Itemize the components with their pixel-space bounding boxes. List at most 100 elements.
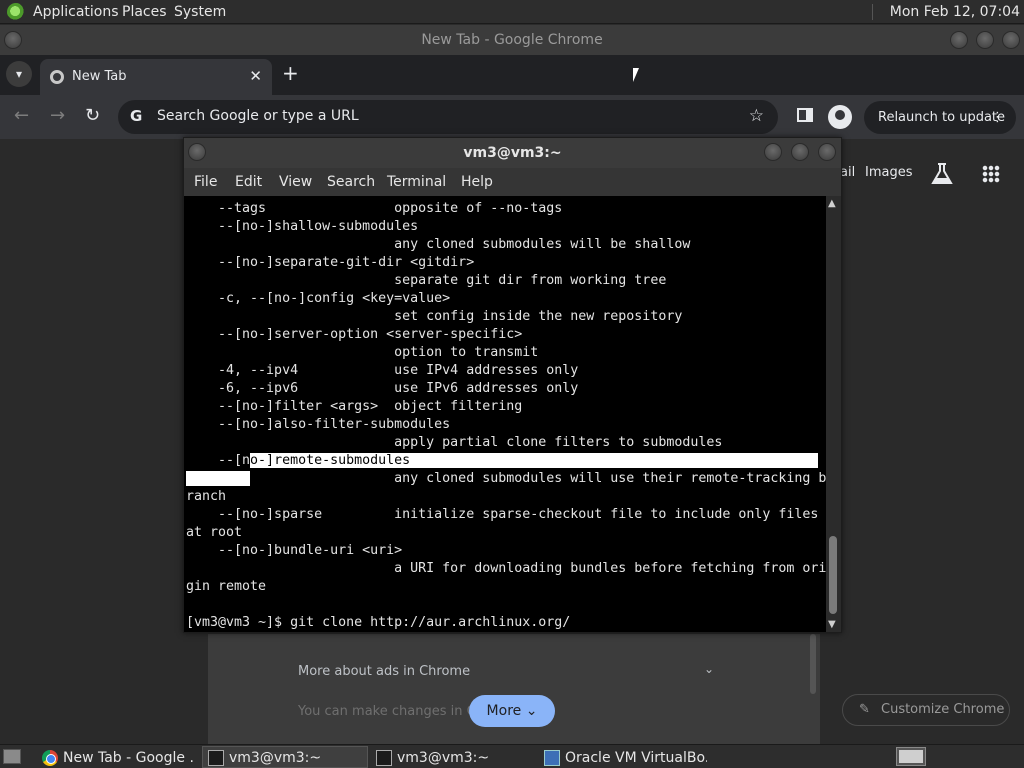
terminal-line: --[no-]shallow-submodules <box>186 219 419 234</box>
tab-new-tab[interactable]: New Tab ✕ <box>40 59 272 95</box>
menu-help[interactable]: Help <box>461 174 493 190</box>
chrome-icon <box>42 750 58 766</box>
labs-beaker-icon[interactable] <box>930 163 954 185</box>
new-tab-button[interactable]: + <box>282 61 299 85</box>
terminal-line: -6, --ipv6 use IPv6 addresses only <box>186 381 579 396</box>
chrome-tab-strip: ▾ New Tab ✕ + <box>0 55 1024 95</box>
tab-close-icon[interactable]: ✕ <box>249 67 262 85</box>
side-panel-icon[interactable] <box>797 108 813 122</box>
taskbar-item-chrome[interactable]: New Tab - Google ... <box>36 746 196 768</box>
terminal-line: -4, --ipv4 use IPv4 addresses only <box>186 363 579 378</box>
terminal-titlebar[interactable]: vm3@vm3:~ <box>184 138 841 168</box>
terminal-icon <box>208 750 224 766</box>
distro-logo-icon[interactable] <box>7 3 25 21</box>
back-icon[interactable]: ← <box>14 105 29 126</box>
terminal-line: at root <box>186 525 243 540</box>
chrome-window-title: New Tab - Google Chrome <box>421 32 603 48</box>
customize-chrome-button[interactable]: ✎ Customize Chrome <box>842 694 1010 726</box>
chevron-down-icon[interactable]: ⌄ <box>704 662 714 676</box>
terminal-line: any cloned submodules will be shallow <box>186 237 691 252</box>
places-menu[interactable]: Places <box>122 4 167 20</box>
taskbar-item-label: vm3@vm3:~ <box>229 750 322 766</box>
terminal-line: --[no-]remote-submodules <box>186 453 819 468</box>
tab-search-button[interactable]: ▾ <box>6 61 32 87</box>
omnibox[interactable]: G Search Google or type a URL ☆ <box>118 100 778 134</box>
taskbar-item-virtualbox[interactable]: Oracle VM VirtualBo... <box>538 746 708 768</box>
terminal-line: a URI for downloading bundles before fet… <box>186 561 826 576</box>
reload-icon[interactable]: ↻ <box>85 105 100 126</box>
close-window-button[interactable] <box>1002 31 1020 49</box>
google-apps-icon[interactable] <box>982 165 1000 183</box>
more-button[interactable]: More ⌄ <box>469 695 555 727</box>
terminal-output[interactable]: --tags opposite of --no-tags --[no-]shal… <box>184 196 826 632</box>
omnibox-placeholder[interactable]: Search Google or type a URL <box>157 108 359 124</box>
applications-menu[interactable]: Applications <box>33 4 119 20</box>
scroll-down-icon[interactable]: ▼ <box>828 619 836 630</box>
customize-chrome-label: Customize Chrome <box>881 702 1005 717</box>
terminal-line: separate git dir from working tree <box>186 273 667 288</box>
menu-file[interactable]: File <box>194 174 217 190</box>
terminal-icon <box>376 750 392 766</box>
taskbar-item-label: New Tab - Google ... <box>63 750 196 766</box>
menu-edit[interactable]: Edit <box>235 174 262 190</box>
minimize-button[interactable] <box>764 143 782 161</box>
system-menu[interactable]: System <box>174 4 226 20</box>
images-link[interactable]: Images <box>865 165 913 180</box>
terminal-line: --[no-]also-filter-submodules <box>186 417 451 432</box>
maximize-button[interactable] <box>976 31 994 49</box>
more-button-label: More <box>486 703 522 719</box>
ntp-ads-card: More about ads in Chrome ⌄ You can make … <box>208 634 820 744</box>
scroll-up-icon[interactable]: ▲ <box>828 198 836 209</box>
workspace-switcher[interactable] <box>896 747 926 766</box>
forward-icon[interactable]: → <box>50 105 65 126</box>
window-menu-button[interactable] <box>188 143 206 161</box>
card-scrollbar[interactable] <box>810 634 816 694</box>
terminal-line: --[no-]sparse initialize sparse-checkout… <box>186 507 819 522</box>
terminal-line: ranch <box>186 489 227 504</box>
virtualbox-icon <box>544 750 560 766</box>
scrollbar-thumb[interactable] <box>829 536 837 614</box>
terminal-scrollbar[interactable]: ▲ ▼ <box>826 196 841 632</box>
terminal-window[interactable]: vm3@vm3:~ File Edit View Search Terminal… <box>183 137 842 633</box>
more-about-ads-link[interactable]: More about ads in Chrome <box>298 664 470 679</box>
chevron-down-icon: ⌄ <box>525 703 538 719</box>
terminal-title: vm3@vm3:~ <box>463 145 562 161</box>
chrome-window-titlebar[interactable]: New Tab - Google Chrome <box>0 25 1024 55</box>
menu-terminal[interactable]: Terminal <box>387 174 446 190</box>
window-menu-button[interactable] <box>4 31 22 49</box>
top-panel: Applications Places System Mon Feb 12, 0… <box>0 0 1024 24</box>
clock[interactable]: Mon Feb 12, 07:04 <box>890 4 1020 20</box>
taskbar-item-label: vm3@vm3:~ <box>397 750 490 766</box>
terminal-line: --tags opposite of --no-tags <box>186 201 563 216</box>
terminal-line: --[no-]filter <args> object filtering <box>186 399 523 414</box>
taskbar-item-label: Oracle VM VirtualBo... <box>565 750 708 766</box>
gmail-link[interactable]: ail <box>840 165 855 180</box>
terminal-line: --[no-]bundle-uri <uri> <box>186 543 403 558</box>
terminal-line: apply partial clone filters to submodule… <box>186 435 723 450</box>
more-menu-icon[interactable]: ⋮ <box>991 101 1004 134</box>
close-window-button[interactable] <box>818 143 836 161</box>
menu-view[interactable]: View <box>279 174 312 190</box>
terminal-line: any cloned submodules will use their rem… <box>186 470 826 488</box>
maximize-button[interactable] <box>791 143 809 161</box>
relaunch-label: Relaunch to update <box>878 110 1006 125</box>
minimize-button[interactable] <box>950 31 968 49</box>
relaunch-to-update-button[interactable]: Relaunch to update ⋮ <box>864 101 1016 134</box>
bookmark-star-icon[interactable]: ☆ <box>749 106 764 126</box>
google-g-icon: G <box>130 107 143 125</box>
chrome-favicon-icon <box>50 70 64 84</box>
taskbar-item-terminal[interactable]: vm3@vm3:~ <box>370 746 536 768</box>
terminal-menubar: File Edit View Search Terminal Help <box>184 168 841 196</box>
taskbar-item-terminal-active[interactable]: vm3@vm3:~ <box>202 746 368 768</box>
terminal-line: set config inside the new repository <box>186 309 683 324</box>
terminal-line: --[no-]server-option <server-specific> <box>186 327 523 342</box>
pencil-icon: ✎ <box>859 702 870 717</box>
terminal-line: option to transmit <box>186 345 539 360</box>
show-desktop-icon[interactable] <box>3 749 21 764</box>
terminal-line: [vm3@vm3 ~]$ git clone http://aur.archli… <box>186 615 571 630</box>
profile-icon[interactable] <box>828 105 852 129</box>
menu-search[interactable]: Search <box>327 174 375 190</box>
panel-separator <box>872 4 873 20</box>
bottom-taskbar: New Tab - Google ... vm3@vm3:~ vm3@vm3:~… <box>0 744 1024 768</box>
chrome-toolbar: ← → ↻ G Search Google or type a URL ☆ Re… <box>0 95 1024 139</box>
